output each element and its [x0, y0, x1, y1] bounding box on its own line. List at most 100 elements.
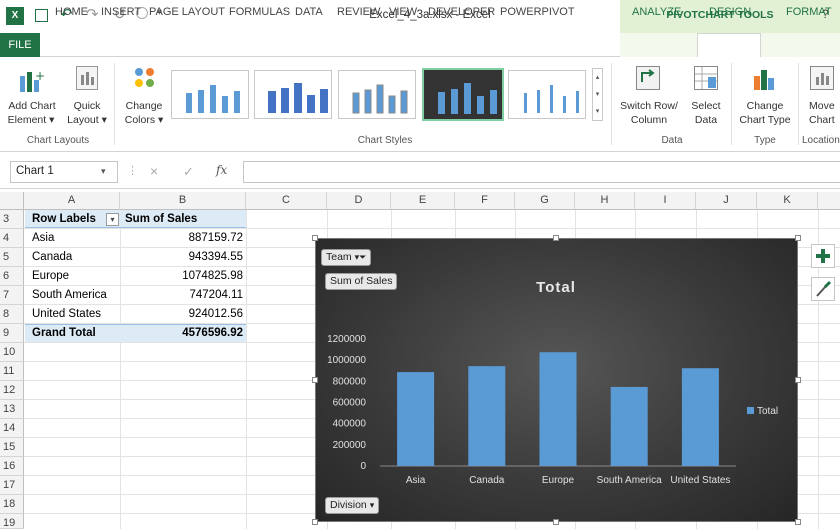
- row-labels-filter-dropdown[interactable]: ▾: [106, 213, 119, 226]
- resize-handle[interactable]: [312, 519, 318, 525]
- pivot-row-label[interactable]: United States: [32, 305, 101, 324]
- row-header-9[interactable]: 9: [0, 324, 24, 343]
- enter-icon[interactable]: ✓: [183, 164, 194, 180]
- quick-layout-icon[interactable]: [76, 66, 98, 90]
- column-header-c[interactable]: C: [246, 192, 327, 210]
- switch-row-column-line2[interactable]: Column: [616, 113, 682, 127]
- row-header-18[interactable]: 18: [0, 495, 24, 514]
- row-header-3[interactable]: 3: [0, 210, 24, 229]
- tab-page-layout[interactable]: PAGE LAYOUT: [149, 6, 225, 18]
- tab-developer[interactable]: DEVELOPER: [428, 6, 495, 18]
- column-header-l[interactable]: [818, 192, 840, 210]
- change-colors-icon[interactable]: [133, 66, 157, 90]
- select-data-line2[interactable]: Data: [684, 113, 728, 127]
- resize-handle[interactable]: [553, 235, 559, 241]
- row-header-19[interactable]: 19: [0, 514, 24, 529]
- name-box[interactable]: Chart 1 ▾: [10, 161, 118, 183]
- pivot-row-label[interactable]: Asia: [32, 229, 54, 248]
- column-header-a[interactable]: A: [24, 192, 120, 210]
- chart-style-1[interactable]: [171, 70, 249, 119]
- chart-styles-button[interactable]: [811, 277, 835, 301]
- tab-home[interactable]: HOME: [55, 6, 88, 18]
- resize-handle[interactable]: [312, 377, 318, 383]
- chart-style-3[interactable]: [338, 70, 416, 119]
- tab-analyze[interactable]: ANALYZE: [632, 6, 681, 18]
- pivot-row-value[interactable]: 1074825.98: [120, 267, 243, 286]
- change-chart-type-line1[interactable]: Change: [735, 99, 795, 113]
- row-header-13[interactable]: 13: [0, 400, 24, 419]
- move-chart-icon[interactable]: [810, 66, 834, 90]
- column-header-b[interactable]: B: [120, 192, 246, 210]
- pivot-chart[interactable]: Team ▾⏷ Sum of Sales Division ▾ Total 02…: [315, 238, 798, 522]
- select-data-icon[interactable]: [694, 66, 718, 90]
- save-icon[interactable]: [35, 9, 48, 22]
- resize-handle[interactable]: [795, 235, 801, 241]
- quick-layout-line2[interactable]: Layout ▾: [64, 113, 110, 127]
- insert-function-icon[interactable]: fx: [216, 163, 227, 177]
- add-chart-element-line2[interactable]: Element ▾: [0, 113, 62, 127]
- pivot-row-label[interactable]: South America: [32, 286, 107, 305]
- pivot-grand-total-value[interactable]: 4576596.92: [120, 324, 243, 343]
- cancel-icon[interactable]: ×: [150, 163, 158, 179]
- move-chart-line2[interactable]: Chart: [803, 113, 840, 127]
- pivot-row-label[interactable]: Europe: [32, 267, 69, 286]
- row-header-5[interactable]: 5: [0, 248, 24, 267]
- row-header-14[interactable]: 14: [0, 419, 24, 438]
- name-box-dropdown-icon[interactable]: ▾: [101, 166, 106, 177]
- chart-style-5[interactable]: [508, 70, 586, 119]
- pivot-row-value[interactable]: 887159.72: [120, 229, 243, 248]
- move-chart-line1[interactable]: Move: [803, 99, 840, 113]
- chart-style-4-selected[interactable]: [422, 68, 504, 121]
- row-header-15[interactable]: 15: [0, 438, 24, 457]
- change-colors-line1[interactable]: Change: [119, 99, 169, 113]
- column-header-i[interactable]: I: [635, 192, 696, 210]
- row-header-4[interactable]: 4: [0, 229, 24, 248]
- tab-format[interactable]: FORMAT: [786, 6, 832, 18]
- add-chart-element-icon[interactable]: +: [18, 69, 45, 92]
- column-header-d[interactable]: D: [327, 192, 391, 210]
- pivot-row-value[interactable]: 924012.56: [120, 305, 243, 324]
- tab-design-selected[interactable]: [697, 33, 761, 58]
- chart-style-2[interactable]: [254, 70, 332, 119]
- column-header-g[interactable]: G: [515, 192, 575, 210]
- tab-review[interactable]: REVIEW: [337, 6, 380, 18]
- switch-row-column-line1[interactable]: Switch Row/: [616, 99, 682, 113]
- tab-design[interactable]: DESIGN: [709, 6, 751, 18]
- add-chart-element-line1[interactable]: Add Chart: [6, 99, 58, 113]
- select-data-line1[interactable]: Select: [684, 99, 728, 113]
- change-chart-type-line2[interactable]: Chart Type: [735, 113, 795, 127]
- row-header-8[interactable]: 8: [0, 305, 24, 324]
- row-header-7[interactable]: 7: [0, 286, 24, 305]
- row-header-12[interactable]: 12: [0, 381, 24, 400]
- tab-file[interactable]: FILE: [0, 33, 40, 57]
- tab-powerpivot[interactable]: POWERPIVOT: [500, 6, 575, 18]
- pivot-grand-total-label[interactable]: Grand Total: [32, 324, 96, 343]
- resize-handle[interactable]: [795, 377, 801, 383]
- switch-row-column-icon[interactable]: [636, 66, 660, 90]
- pivot-row-label[interactable]: Canada: [32, 248, 72, 267]
- column-header-h[interactable]: H: [575, 192, 635, 210]
- column-header-j[interactable]: J: [696, 192, 757, 210]
- column-header-k[interactable]: K: [757, 192, 818, 210]
- quick-layout-line1[interactable]: Quick: [64, 99, 110, 113]
- resize-handle[interactable]: [553, 519, 559, 525]
- change-chart-type-icon[interactable]: [752, 66, 776, 90]
- select-all-corner[interactable]: [0, 192, 24, 210]
- column-header-e[interactable]: E: [391, 192, 455, 210]
- row-header-10[interactable]: 10: [0, 343, 24, 362]
- formula-input[interactable]: [243, 161, 840, 183]
- pivot-row-value[interactable]: 943394.55: [120, 248, 243, 267]
- tab-insert[interactable]: INSERT: [101, 6, 141, 18]
- row-header-11[interactable]: 11: [0, 362, 24, 381]
- tab-data[interactable]: DATA: [295, 6, 323, 18]
- chart-elements-button[interactable]: [811, 244, 835, 268]
- change-colors-line2[interactable]: Colors ▾: [119, 113, 169, 127]
- row-header-17[interactable]: 17: [0, 476, 24, 495]
- column-header-f[interactable]: F: [455, 192, 515, 210]
- pivot-row-value[interactable]: 747204.11: [120, 286, 243, 305]
- resize-handle[interactable]: [795, 519, 801, 525]
- resize-handle[interactable]: [312, 235, 318, 241]
- tab-formulas[interactable]: FORMULAS: [229, 6, 290, 18]
- gallery-scroll-buttons[interactable]: ▴ ▾ ▾: [592, 68, 603, 121]
- tab-view[interactable]: VIEW: [389, 6, 417, 18]
